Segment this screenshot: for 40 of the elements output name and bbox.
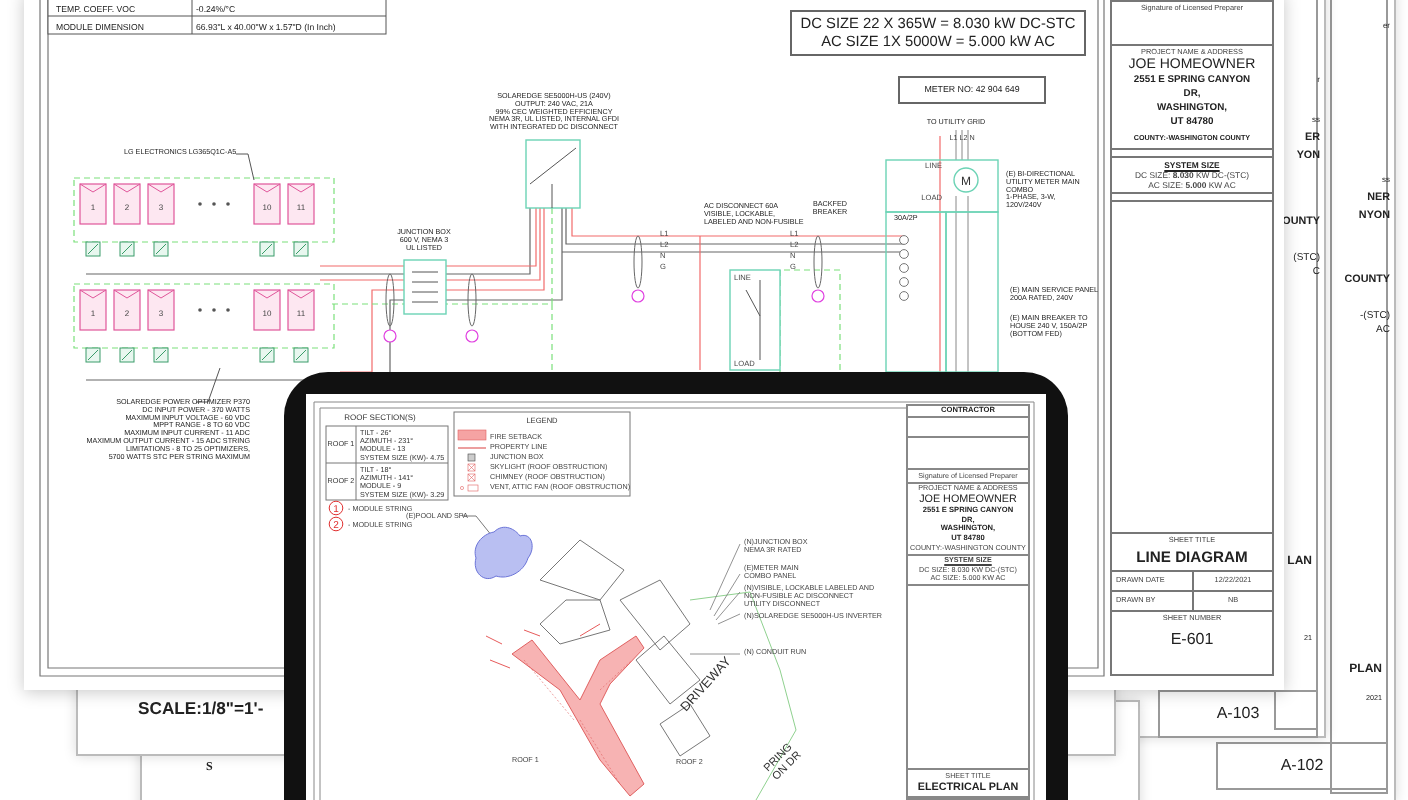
solar-module-icon xyxy=(113,183,141,225)
leader-line xyxy=(195,367,221,403)
meter-icon xyxy=(953,167,979,193)
scale-note: SCALE:1/8"=1'- xyxy=(138,698,264,718)
solar-module-icon xyxy=(147,183,175,225)
solar-module-icon xyxy=(253,183,281,225)
sheet-number: E-601 xyxy=(1170,628,1214,652)
vent-icon xyxy=(460,484,479,492)
solar-module-icon xyxy=(79,183,107,225)
optimizer-icon xyxy=(259,347,275,363)
leader-line xyxy=(235,153,255,181)
meter-enclosure xyxy=(885,159,999,213)
solar-module-icon xyxy=(147,289,175,331)
ac-disconnect-icon xyxy=(729,269,781,371)
solar-module-icon xyxy=(113,289,141,331)
optimizer-icon xyxy=(153,241,169,257)
optimizer-icon xyxy=(85,241,101,257)
solar-module-icon xyxy=(253,289,281,331)
leader-line xyxy=(689,543,741,655)
pool-drawing xyxy=(474,526,533,580)
breaker-icon xyxy=(899,235,909,301)
roof-table xyxy=(325,425,449,501)
optimizer-icon xyxy=(259,241,275,257)
fire-setback-swatch xyxy=(457,429,487,441)
solar-module-icon xyxy=(287,183,315,225)
optimizer-icon xyxy=(85,347,101,363)
optimizer-icon xyxy=(119,347,135,363)
optimizer-icon xyxy=(119,241,135,257)
solar-module-icon xyxy=(79,289,107,331)
optimizer-icon xyxy=(293,347,309,363)
optimizer-icon xyxy=(153,347,169,363)
inverter-icon xyxy=(525,139,581,209)
solar-module-icon xyxy=(287,289,315,331)
optimizer-icon xyxy=(293,241,309,257)
sheet-number: A-103 xyxy=(1158,690,1318,738)
junction-box-icon xyxy=(403,259,447,315)
leader-line xyxy=(461,515,493,537)
junction-box-icon xyxy=(467,453,476,462)
property-line-swatch xyxy=(457,447,487,449)
sheet-number: A-102 xyxy=(1216,742,1388,790)
